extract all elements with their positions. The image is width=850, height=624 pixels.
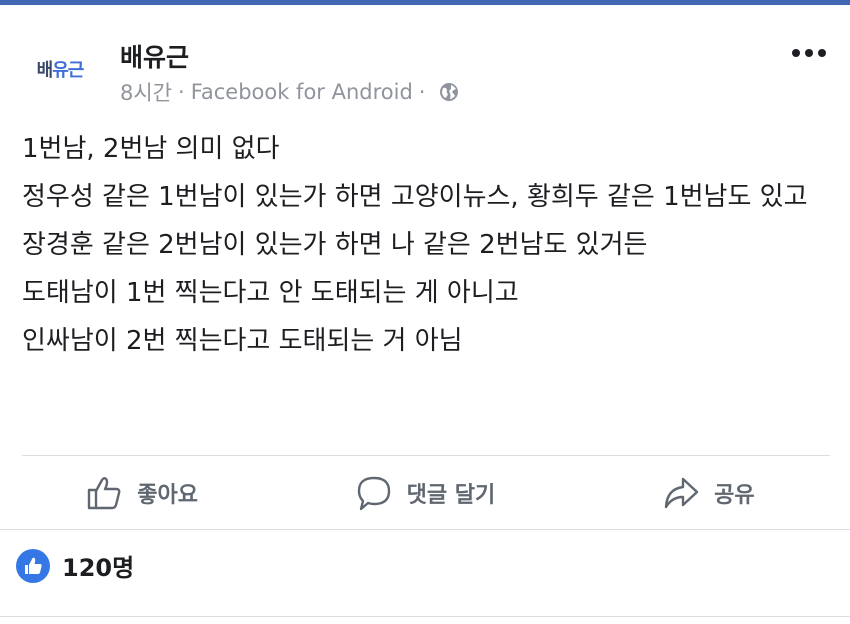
- post-source: Facebook for Android: [190, 80, 413, 104]
- more-options-button[interactable]: [792, 49, 826, 57]
- author-name[interactable]: 배유근: [120, 38, 189, 74]
- reaction-count: 120명: [62, 554, 135, 582]
- share-button[interactable]: 공유: [567, 456, 850, 529]
- more-dot: [818, 49, 826, 57]
- post-line-2: 정우성 같은 1번남이 있는가 하면 고양이뉴스, 황희두 같은 1번남도 있고: [22, 182, 808, 212]
- comment-icon: [357, 476, 390, 510]
- meta-separator: ·: [178, 80, 185, 104]
- like-label: 좋아요: [137, 482, 199, 508]
- post-header: 배 유근 배유근 8시간 · Facebook for Android ·: [0, 5, 850, 105]
- post-meta: 8시간 · Facebook for Android ·: [120, 77, 459, 107]
- share-arrow-icon: [664, 477, 699, 508]
- avatar-text-rest: 유근: [52, 60, 84, 81]
- more-dot: [792, 49, 800, 57]
- post-line-1: 1번남, 2번남 의미 없다: [22, 134, 280, 164]
- actions-bottom-divider: [0, 529, 850, 530]
- more-dot: [805, 49, 813, 57]
- like-reaction-icon: [16, 548, 50, 583]
- post-line-3: 장경훈 같은 2번남이 있는가 하면 나 같은 2번남도 있거든: [22, 230, 648, 260]
- globe-icon: [440, 83, 459, 101]
- bottom-divider: [0, 616, 850, 617]
- comment-label: 댓글 달기: [406, 482, 496, 508]
- thumbs-up-icon: [88, 476, 121, 509]
- avatar[interactable]: 배 유근: [24, 45, 96, 93]
- like-button[interactable]: 좋아요: [0, 456, 283, 529]
- meta-separator: ·: [418, 80, 426, 104]
- share-label: 공유: [714, 482, 755, 508]
- post-line-4: 도태남이 1번 찍는다고 안 도태되는 게 아니고: [22, 278, 519, 308]
- reactions-summary[interactable]: 120명: [16, 548, 134, 583]
- post-time[interactable]: 8시간: [120, 77, 172, 107]
- comment-button[interactable]: 댓글 달기: [283, 456, 566, 529]
- post-content: 1번남, 2번남 의미 없다 정우성 같은 1번남이 있는가 하면 고양이뉴스,…: [22, 130, 822, 370]
- action-bar: 좋아요 댓글 달기 공유: [0, 456, 850, 529]
- post-line-5: 인싸남이 2번 찍는다고 도태되는 거 아님: [22, 326, 463, 356]
- avatar-text-first: 배: [36, 60, 54, 81]
